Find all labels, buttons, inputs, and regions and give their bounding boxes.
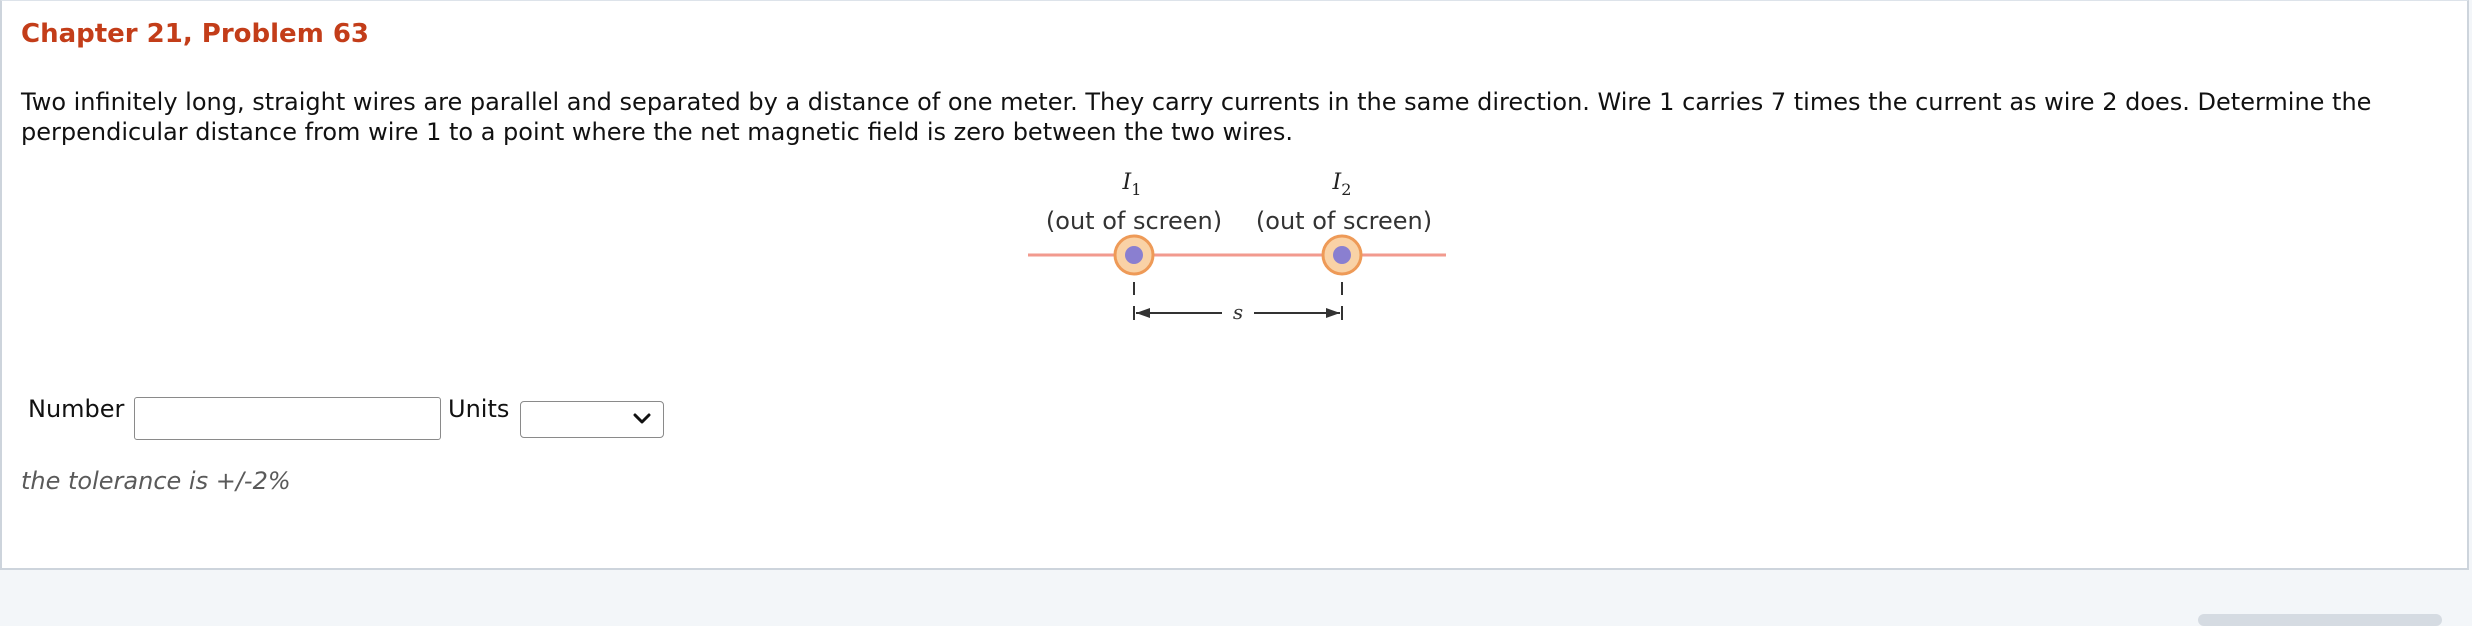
wire1-icon (1113, 234, 1155, 276)
units-select[interactable] (520, 401, 664, 438)
wire1-current-subscript: 1 (1131, 180, 1141, 199)
wire1-current-symbol: I1 (1122, 170, 1142, 199)
number-input[interactable] (134, 397, 441, 440)
tolerance-note: the tolerance is +/-2% (21, 467, 291, 495)
separation-label: s (1233, 300, 1243, 324)
number-label: Number (28, 395, 125, 423)
chevron-down-icon (633, 413, 651, 424)
problem-title: Chapter 21, Problem 63 (21, 19, 370, 49)
problem-text: Two infinitely long, straight wires are … (21, 87, 2461, 147)
wire2-current-symbol: I2 (1332, 170, 1352, 199)
problem-text-line-2: perpendicular distance from wire 1 to a … (21, 118, 1293, 146)
units-label: Units (448, 395, 510, 423)
wire1-direction-label: (out of screen) (1046, 207, 1222, 235)
answer-row: Number Units (28, 393, 728, 443)
submit-button-partial[interactable] (2198, 614, 2442, 626)
problem-text-line-1: Two infinitely long, straight wires are … (21, 88, 2372, 116)
wire2-direction-label: (out of screen) (1256, 207, 1432, 235)
wires-figure: I1 I2 (out of screen) (out of screen) s (1028, 170, 1446, 324)
wire2-current-subscript: 2 (1341, 180, 1351, 199)
question-panel: Chapter 21, Problem 63 Two infinitely lo… (0, 0, 2469, 570)
wire2-icon (1321, 234, 1363, 276)
